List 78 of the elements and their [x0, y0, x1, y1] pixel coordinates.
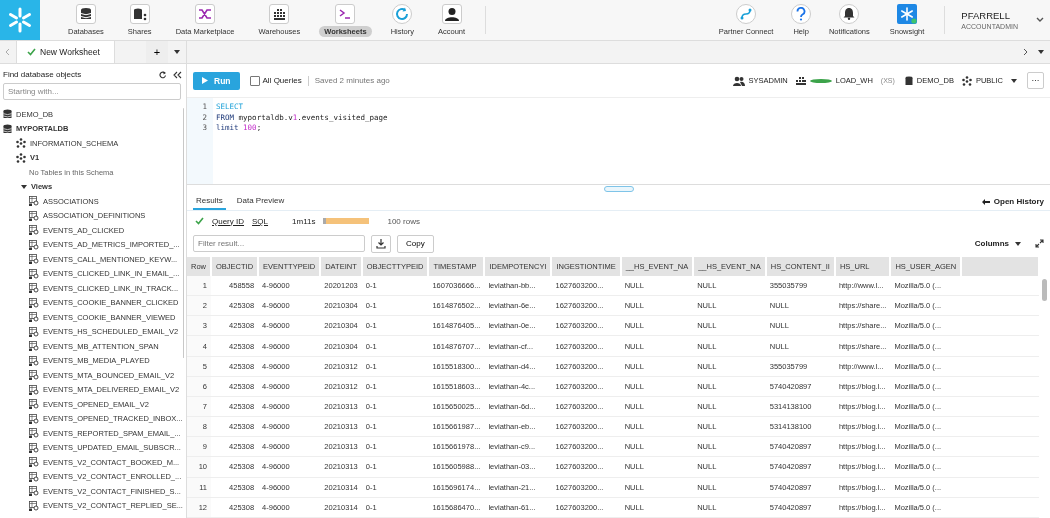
add-tab-button[interactable]: +: [146, 41, 168, 63]
view-icon: [29, 283, 39, 294]
view-icon: [29, 413, 39, 424]
more-button[interactable]: ···: [1027, 72, 1044, 89]
view-icon: [29, 239, 39, 250]
view-icon: [29, 254, 39, 265]
view-icon: [29, 486, 39, 497]
view-icon: [29, 442, 39, 453]
play-icon: [202, 77, 208, 84]
database-icon: [904, 75, 913, 86]
check-icon: [195, 217, 204, 225]
database-icon[interactable]: [75, 3, 96, 24]
caret-icon[interactable]: [1038, 50, 1044, 54]
arrow-left-icon: [981, 198, 990, 205]
grid-icon[interactable]: [269, 3, 290, 24]
link-icon[interactable]: [736, 3, 757, 24]
caret-icon[interactable]: [1015, 241, 1021, 246]
scrollbar[interactable]: [182, 108, 183, 358]
view-icon: [29, 297, 39, 308]
scrollbar[interactable]: [1042, 279, 1047, 301]
view-icon: [29, 399, 39, 410]
help-icon[interactable]: [791, 3, 812, 24]
resize-handle[interactable]: [603, 186, 634, 192]
database-icon: [3, 109, 12, 120]
schema-icon: [16, 152, 26, 163]
open-history-link[interactable]: Open History: [993, 197, 1044, 206]
view-icon: [29, 355, 39, 366]
user-name[interactable]: PFARRELL: [961, 10, 1018, 21]
expand-icon[interactable]: [1035, 239, 1044, 248]
download-button[interactable]: [371, 234, 391, 253]
results-tab[interactable]: Data Preview: [233, 193, 288, 210]
schema-icon: [961, 75, 972, 86]
caret-icon[interactable]: [1011, 78, 1017, 83]
view-icon: [29, 225, 39, 236]
results-tab[interactable]: Results: [193, 193, 226, 210]
warehouse-icon: [795, 75, 806, 86]
database-icon: [3, 123, 12, 134]
shuffle-icon[interactable]: [195, 3, 215, 24]
query-id-link[interactable]: Query ID: [212, 216, 244, 226]
view-icon: [29, 196, 39, 207]
filter-field[interactable]: Filter result...: [193, 235, 365, 252]
collapse-icon[interactable]: [173, 70, 182, 79]
view-icon: [29, 268, 39, 279]
view-icon: [29, 428, 39, 439]
download-icon: [376, 238, 386, 249]
view-icon: [29, 471, 39, 482]
view-icon: [29, 384, 39, 395]
terminal-icon[interactable]: [335, 3, 356, 24]
history-icon[interactable]: [392, 3, 413, 24]
check-icon: [27, 48, 36, 56]
all-queries-checkbox[interactable]: All Queries: [249, 75, 309, 86]
users-icon: [732, 75, 745, 86]
columns-menu[interactable]: Columns: [974, 239, 1009, 248]
share-icon[interactable]: [129, 3, 150, 24]
view-icon: [29, 370, 39, 381]
view-icon: [29, 326, 39, 337]
find-objects-label: Find database objects: [3, 70, 83, 79]
schema-icon: [16, 138, 26, 149]
caret-icon[interactable]: [174, 50, 180, 54]
chevron-right-icon[interactable]: [1023, 48, 1028, 56]
snowflake-icon[interactable]: [897, 3, 918, 24]
saved-status: Saved 2 minutes ago: [314, 76, 390, 85]
view-icon: [29, 457, 39, 468]
copy-button[interactable]: Copy: [397, 234, 434, 253]
caret-icon[interactable]: [1036, 17, 1044, 23]
person-icon[interactable]: [441, 3, 462, 24]
view-icon: [29, 500, 39, 511]
view-icon: [29, 312, 39, 323]
view-icon: [29, 210, 39, 221]
query-timeline-bar: [323, 218, 370, 224]
query-duration: 1m11s: [292, 216, 316, 226]
worksheet-tab[interactable]: New Worksheet: [16, 41, 115, 63]
bell-icon[interactable]: [839, 3, 860, 24]
row-count: 100 rows: [387, 216, 420, 226]
search-field[interactable]: Starting with...: [3, 83, 181, 100]
sql-link[interactable]: SQL: [252, 216, 269, 226]
view-icon: [29, 341, 39, 352]
refresh-icon[interactable]: [159, 70, 167, 79]
